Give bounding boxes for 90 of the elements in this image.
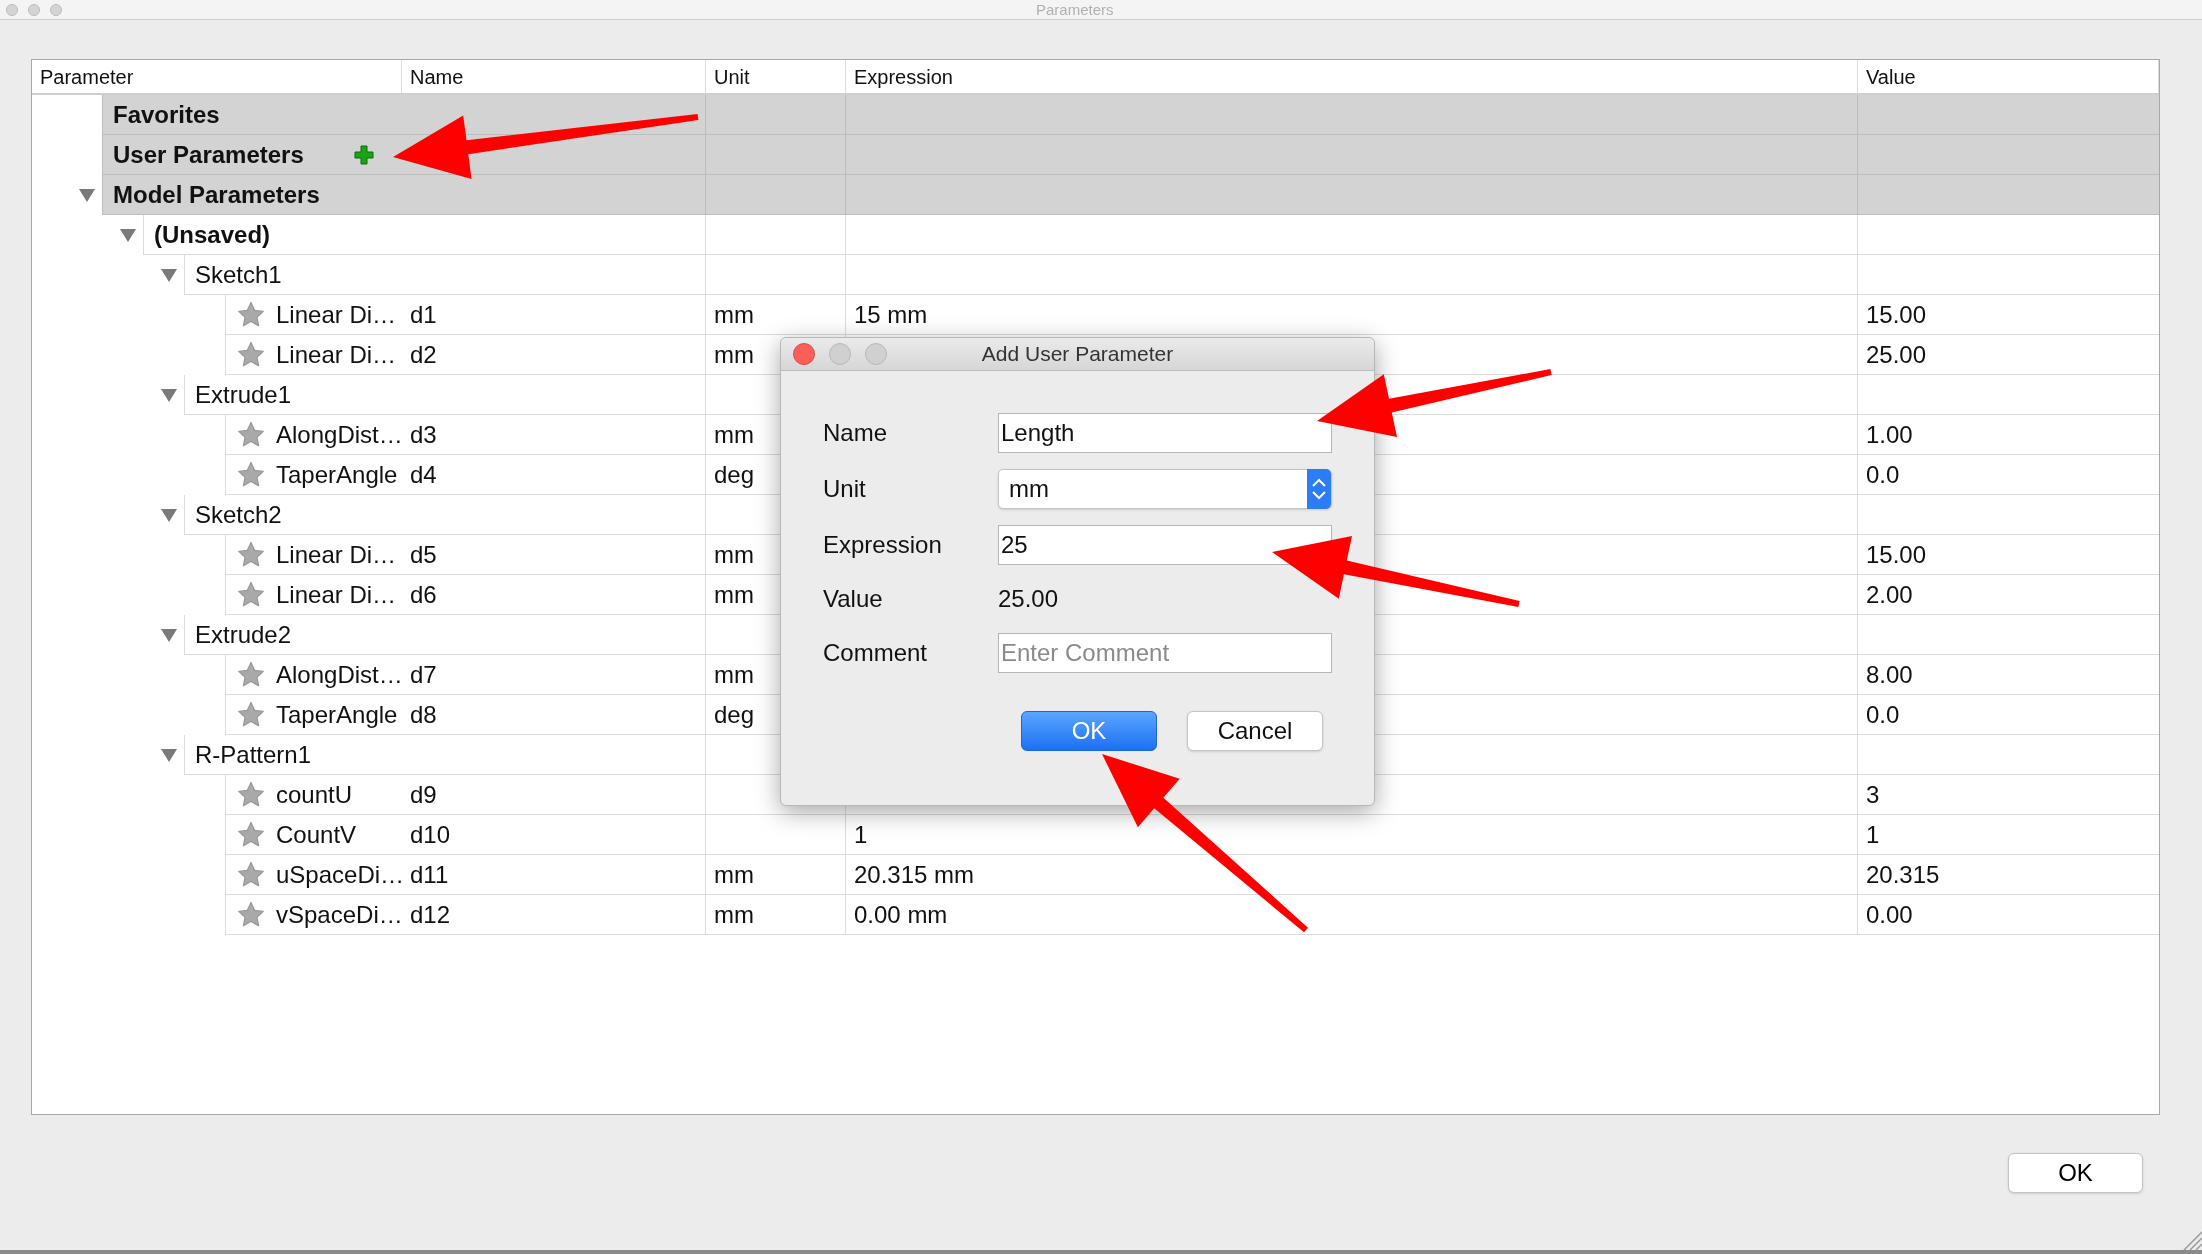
expand-triangle-icon[interactable] <box>160 747 178 763</box>
tree-row-background[interactable]: Extrude1 <box>184 375 402 415</box>
parameter-label: Extrude2 <box>195 619 292 650</box>
tree-row-background[interactable]: AlongDist… <box>225 415 403 455</box>
tree-row-background[interactable]: Favorites <box>102 95 402 135</box>
table-cell: d9 <box>402 775 706 815</box>
tree-row-background[interactable]: uSpaceDi… <box>225 855 405 895</box>
parameter-label: User Parameters <box>113 139 304 170</box>
table-cell: d10 <box>402 815 706 855</box>
table-cell: 1 <box>846 815 1858 855</box>
ok-button[interactable]: OK <box>2008 1153 2143 1193</box>
tree-row-background[interactable]: (Unsaved) <box>143 215 402 255</box>
tree-row-background[interactable]: CountV <box>225 815 402 855</box>
expand-triangle-icon[interactable] <box>160 267 178 283</box>
tree-row-background[interactable]: Linear Di… <box>225 535 402 575</box>
window-title: Parameters <box>1036 2 1114 17</box>
tree-row-background[interactable]: Linear Di… <box>225 295 402 335</box>
table-cell: mm <box>706 895 846 935</box>
table-cell: d12 <box>402 895 706 935</box>
parameter-label: (Unsaved) <box>154 219 271 250</box>
table-cell: d7 <box>402 655 706 695</box>
stepper-chevrons-icon[interactable] <box>1307 469 1331 509</box>
parameter-label: CountV <box>276 819 357 850</box>
expand-triangle-icon[interactable] <box>119 227 137 243</box>
tree-row-background[interactable]: Model Parameters <box>102 175 402 215</box>
parameter-label: R-Pattern1 <box>195 739 312 770</box>
tree-row-background[interactable]: Sketch1 <box>184 255 402 295</box>
parameter-label: TaperAngle <box>276 699 398 730</box>
tree-row-background[interactable]: Linear Di… <box>225 575 402 615</box>
tree-row-background[interactable]: User Parameters <box>102 135 402 175</box>
tree-row-background[interactable]: Sketch2 <box>184 495 402 535</box>
table-cell: mm <box>706 855 846 895</box>
column-header[interactable]: Parameter <box>32 60 402 93</box>
column-header[interactable]: Unit <box>706 60 846 93</box>
table-cell: d11 <box>402 855 706 895</box>
column-header[interactable]: Name <box>402 60 706 93</box>
table-cell: d2 <box>402 335 706 375</box>
close-button[interactable] <box>793 343 815 365</box>
table-cell: 0.00 mm <box>846 895 1858 935</box>
parameter-label: Linear Di… <box>276 299 397 330</box>
parameter-label: TaperAngle <box>276 459 398 490</box>
parameter-label: AlongDist… <box>276 659 403 690</box>
table-cell: d8 <box>402 695 706 735</box>
input-field[interactable]: Length <box>998 413 1332 453</box>
add-icon[interactable] <box>353 144 374 165</box>
parameter-label: Linear Di… <box>276 339 397 370</box>
minimize-button[interactable] <box>829 343 851 365</box>
column-header[interactable]: Expression <box>846 60 1858 93</box>
expand-triangle-icon[interactable] <box>78 187 96 203</box>
input-field[interactable]: 25 <box>998 525 1332 565</box>
parameter-label: Extrude1 <box>195 379 292 410</box>
table-cell: mm <box>706 295 846 335</box>
dialog-title: Add User Parameter <box>980 341 1175 368</box>
parameter-label: Linear Di… <box>276 579 397 610</box>
parameter-label: Sketch1 <box>195 259 282 290</box>
cancel-button[interactable]: Cancel <box>1187 711 1323 751</box>
table-cell: d1 <box>402 295 706 335</box>
table-cell: d4 <box>402 455 706 495</box>
column-header[interactable]: Value <box>1858 60 2159 93</box>
parameter-label: vSpaceDi… <box>276 899 403 930</box>
table-cell: d5 <box>402 535 706 575</box>
table-cell: 20.315 mm <box>846 855 1858 895</box>
zoom-window-button[interactable] <box>50 3 62 16</box>
minimize-window-button[interactable] <box>28 3 40 16</box>
tree-row-background[interactable]: countU <box>225 775 402 815</box>
table-cell: d6 <box>402 575 706 615</box>
zoom-button[interactable] <box>865 343 887 365</box>
tree-row-background[interactable]: vSpaceDi… <box>225 895 403 935</box>
parameter-label: Model Parameters <box>113 179 320 210</box>
tree-row-background[interactable]: R-Pattern1 <box>184 735 402 775</box>
table-cell: d3 <box>402 415 706 455</box>
tree-row-background[interactable]: TaperAngle <box>225 695 402 735</box>
tree-row-background[interactable]: AlongDist… <box>225 655 403 695</box>
expand-triangle-icon[interactable] <box>160 507 178 523</box>
parameter-label: countU <box>276 779 353 810</box>
parameter-label: uSpaceDi… <box>276 859 405 890</box>
input-field[interactable]: Enter Comment <box>998 633 1332 673</box>
tree-row-background[interactable]: Linear Di… <box>225 335 402 375</box>
expand-triangle-icon[interactable] <box>160 387 178 403</box>
parameter-label: Favorites <box>113 99 220 130</box>
close-window-button[interactable] <box>6 3 18 16</box>
parameter-label: AlongDist… <box>276 419 403 450</box>
table-cell: 15 mm <box>846 295 1858 335</box>
tree-row-background[interactable]: Extrude2 <box>184 615 402 655</box>
value-readout: 25.00 <box>998 584 1060 614</box>
expand-triangle-icon[interactable] <box>160 627 178 643</box>
unit-dropdown[interactable]: mm <box>998 469 1332 509</box>
parameter-label: Linear Di… <box>276 539 397 570</box>
parameter-label: Sketch2 <box>195 499 282 530</box>
tree-row-background[interactable]: TaperAngle <box>225 455 402 495</box>
